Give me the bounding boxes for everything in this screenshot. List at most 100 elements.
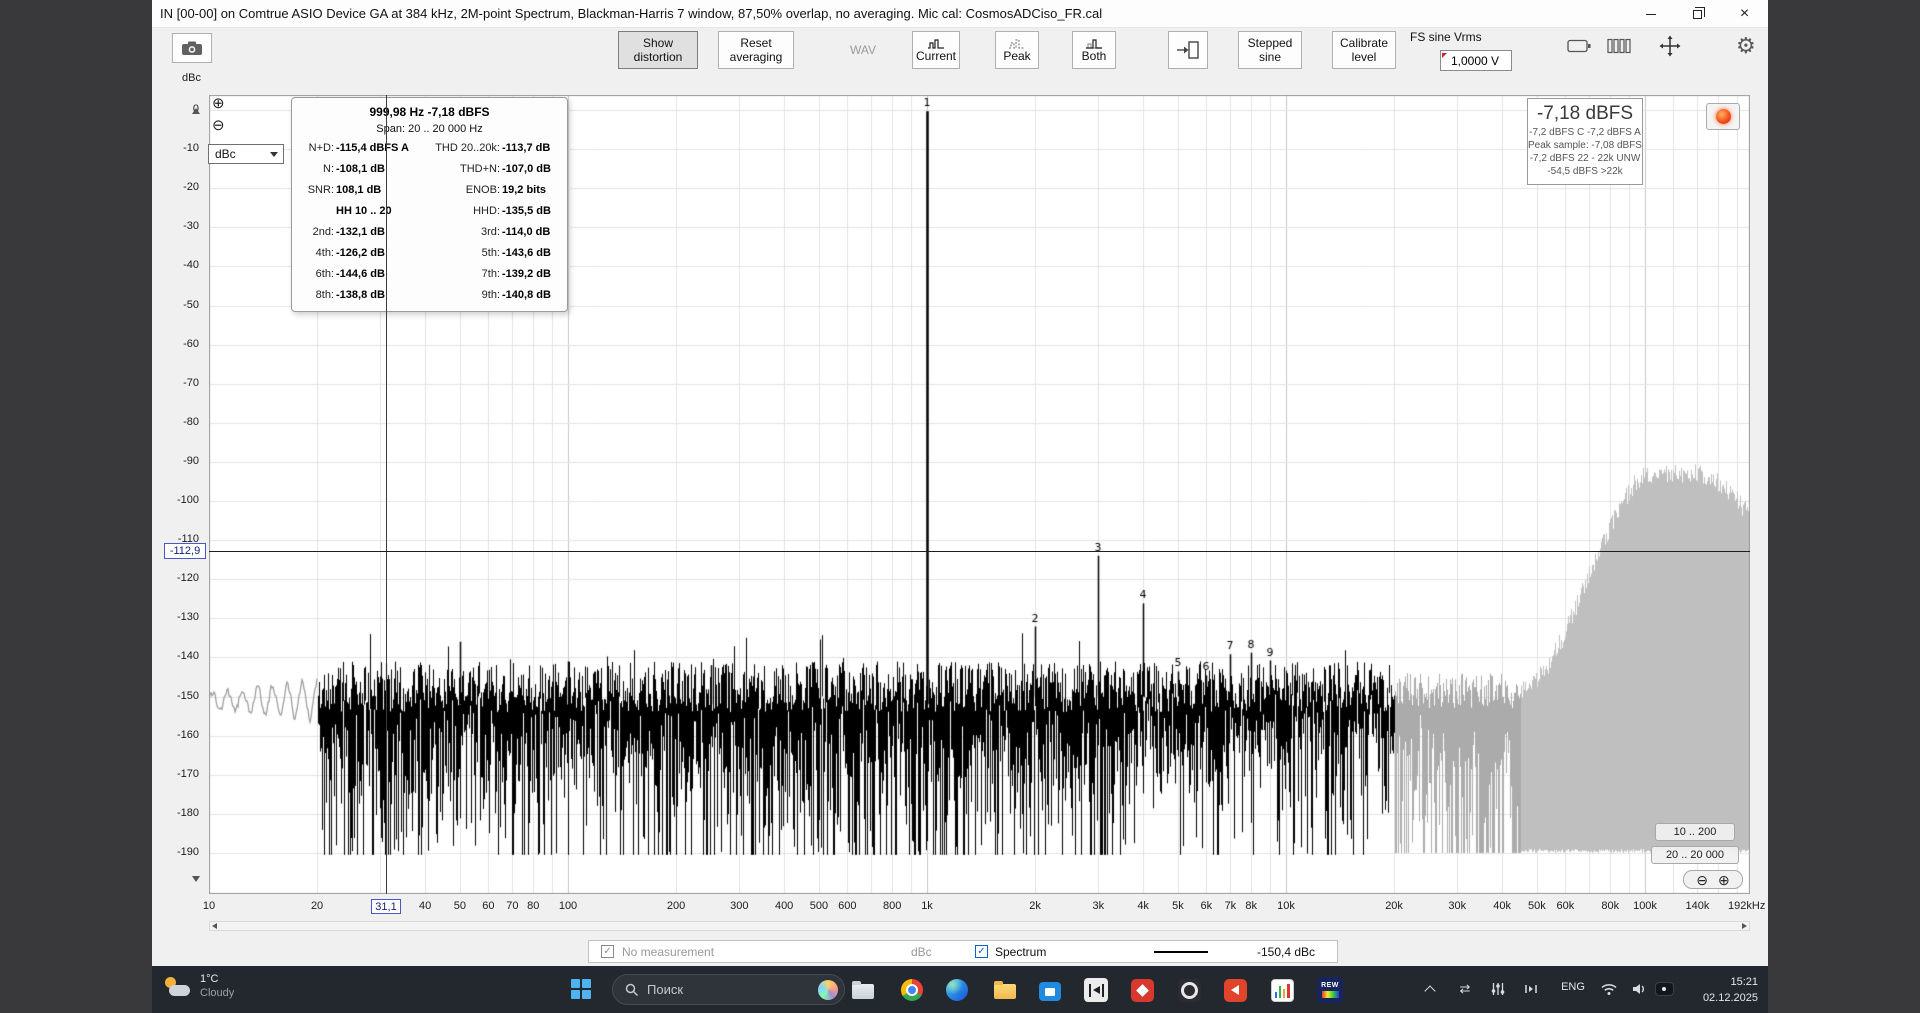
tray-volume-button[interactable] xyxy=(1629,979,1649,999)
stepped-sine-button[interactable]: Stepped sine xyxy=(1238,31,1302,69)
both-traces-icon xyxy=(1085,38,1103,49)
chevron-down-icon xyxy=(270,152,278,157)
taskbar-store[interactable] xyxy=(1035,975,1065,1005)
y-tick-label: -60 xyxy=(152,338,202,350)
close-icon: × xyxy=(1740,6,1749,22)
taskbar-edge[interactable] xyxy=(942,975,972,1005)
weather-description[interactable]: Cloudy xyxy=(200,987,234,999)
desktop-background: IN [00-00] on Comtrue ASIO Device GA at … xyxy=(0,0,1920,1013)
level-cursor-line[interactable] xyxy=(209,551,1750,552)
restore-icon xyxy=(1693,10,1702,19)
minimize-button[interactable] xyxy=(1627,0,1674,28)
taskbar-analyzer[interactable] xyxy=(1081,975,1111,1005)
x-tick-label: 5k xyxy=(1172,900,1184,912)
info-value: -144,6 dB xyxy=(336,264,426,285)
pan-move-button[interactable] xyxy=(1656,33,1684,59)
y-tick-label: -140 xyxy=(152,650,202,662)
taskbar-search[interactable]: Поиск xyxy=(612,974,845,1005)
taskbar-file-explorer[interactable] xyxy=(848,975,878,1005)
taskbar-red-app[interactable] xyxy=(1127,975,1157,1005)
export-button[interactable] xyxy=(1168,31,1208,69)
x-tick-label: 80 xyxy=(527,900,539,912)
y-tick-label: -170 xyxy=(152,768,202,780)
frequency-cursor-line[interactable] xyxy=(386,95,387,894)
language-indicator[interactable]: ENG xyxy=(1558,981,1588,993)
calibrate-level-button[interactable]: Calibrate level xyxy=(1332,31,1396,69)
tray-sync-button[interactable]: ⇄ xyxy=(1455,979,1475,999)
info-value: 19,2 bits xyxy=(502,180,562,201)
level-cursor-value: -112,9 xyxy=(164,543,206,559)
wav-button[interactable]: WAV xyxy=(842,31,884,69)
taskbar-rew[interactable]: REW xyxy=(1315,975,1345,1005)
show-distortion-button[interactable]: Show distortion xyxy=(618,31,698,69)
clock-time: 15:21 xyxy=(1670,974,1758,990)
scroll-left-icon[interactable] xyxy=(212,923,217,929)
x-tick-label: 192kHz xyxy=(1728,900,1765,912)
current-trace-button[interactable]: Current xyxy=(912,31,960,69)
info-value: -107,0 dB xyxy=(502,159,562,180)
spectrum-checkbox[interactable]: ✓ xyxy=(975,945,988,958)
search-placeholder: Поиск xyxy=(647,982,683,997)
x-tick-label: 1k xyxy=(921,900,933,912)
display-icon xyxy=(1567,38,1591,54)
peak-label: Peak xyxy=(1003,49,1030,63)
zoom-out-icon[interactable]: ⊖ xyxy=(1696,873,1708,887)
info-value: -126,2 dB xyxy=(336,243,426,264)
cloud-icon xyxy=(169,985,190,996)
reset-averaging-label: Reset xyxy=(740,36,771,50)
y-tick-label: -70 xyxy=(152,377,202,389)
settings-gear-icon[interactable]: ⚙ xyxy=(1736,34,1756,58)
x-tick-label: 400 xyxy=(775,900,793,912)
rew-icon: REW xyxy=(1317,977,1343,1003)
taskbar-dark-app[interactable] xyxy=(1174,975,1204,1005)
no-measurement-checkbox[interactable]: ✓ xyxy=(601,945,614,958)
zoom-in-icon[interactable]: ⊕ xyxy=(212,96,225,111)
plot-horizontal-scrollbar[interactable] xyxy=(209,921,1750,931)
x-tick-label: 20k xyxy=(1385,900,1403,912)
both-traces-button[interactable]: Both xyxy=(1072,31,1116,69)
taskbar-browser[interactable] xyxy=(897,975,927,1005)
x-tick-label: 8k xyxy=(1245,900,1257,912)
zoom-in-icon[interactable]: ⊕ xyxy=(1718,873,1730,887)
weather-widget[interactable] xyxy=(162,976,194,1002)
tray-network-button[interactable] xyxy=(1599,979,1619,999)
record-button[interactable] xyxy=(1706,103,1740,130)
info-label: ENOB: xyxy=(428,180,500,201)
fs-sine-vrms-input[interactable] xyxy=(1440,50,1512,71)
close-button[interactable]: × xyxy=(1721,0,1768,28)
info-label: 8th: xyxy=(298,285,334,306)
restore-button[interactable] xyxy=(1674,0,1721,28)
reset-averaging-button[interactable]: Reset averaging xyxy=(718,31,794,69)
record-icon xyxy=(1716,109,1731,124)
axis-scroll-up-icon xyxy=(192,108,200,114)
scroll-right-icon[interactable] xyxy=(1742,923,1747,929)
taskbar-folder[interactable] xyxy=(990,975,1020,1005)
display-layout-button[interactable] xyxy=(1564,36,1594,56)
weather-temperature[interactable]: 1°C xyxy=(200,973,218,985)
range-button-10-200[interactable]: 10 .. 200 xyxy=(1655,823,1735,841)
taskbar-clock[interactable]: 15:21 02.12.2025 xyxy=(1670,974,1758,1006)
clock-date: 02.12.2025 xyxy=(1670,990,1758,1006)
amplitude-unit-dropdown[interactable]: dBc xyxy=(208,144,284,164)
titlebar: IN [00-00] on Comtrue ASIO Device GA at … xyxy=(152,0,1768,28)
stepped-sine-label: Stepped xyxy=(1248,36,1293,50)
tray-mixer-button[interactable] xyxy=(1488,979,1508,999)
taskbar-levels-app[interactable] xyxy=(1267,975,1297,1005)
red-diamond-icon xyxy=(1131,979,1154,1002)
taskbar-orange-app[interactable] xyxy=(1220,975,1250,1005)
level-readout-panel: -7,18 dBFS -7,2 dBFS C -7,2 dBFS A Peak … xyxy=(1527,98,1643,185)
snapshot-button[interactable] xyxy=(172,33,212,63)
range-button-20-20000[interactable]: 20 .. 20 000 xyxy=(1651,846,1739,864)
info-label: 4th: xyxy=(298,243,334,264)
peak-trace-button[interactable]: Peak xyxy=(995,31,1039,69)
x-tick-label: 10k xyxy=(1277,900,1295,912)
start-button[interactable] xyxy=(571,979,591,999)
tray-expand-button[interactable] xyxy=(1420,979,1440,999)
info-label: N: xyxy=(298,159,334,180)
tray-analyzer-button[interactable] xyxy=(1521,979,1541,999)
info-value: -132,1 dB xyxy=(336,222,426,243)
zoom-out-icon[interactable]: ⊖ xyxy=(212,118,225,133)
current-trace-icon xyxy=(927,38,945,49)
x-tick-label: 4k xyxy=(1137,900,1149,912)
columns-layout-button[interactable] xyxy=(1604,36,1634,56)
